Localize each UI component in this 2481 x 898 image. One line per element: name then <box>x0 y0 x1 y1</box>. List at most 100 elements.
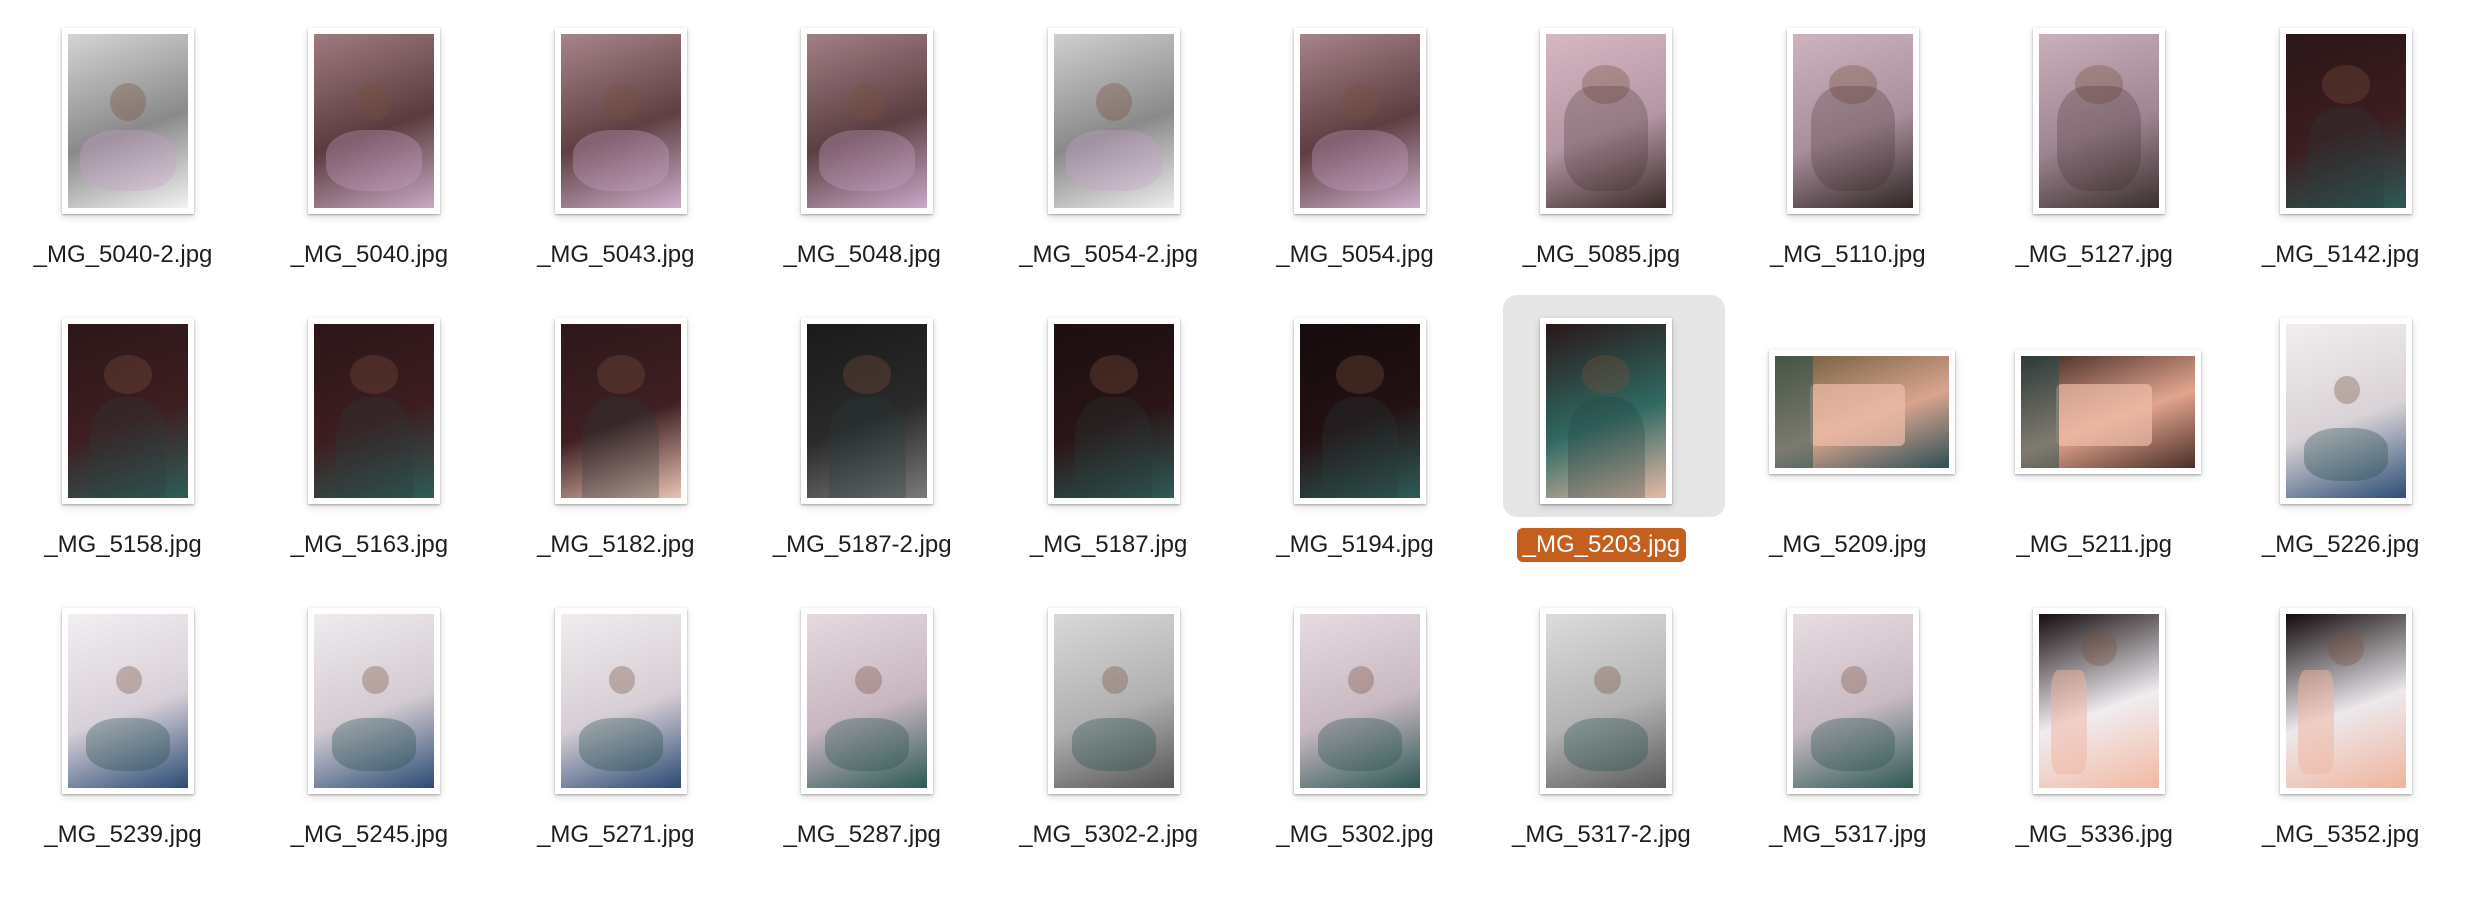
file-name-label[interactable]: _MG_5040.jpg <box>246 238 492 272</box>
file-name-label[interactable]: _MG_5302.jpg <box>1232 818 1478 852</box>
file-item[interactable]: _MG_5054-2.jpg <box>986 0 1232 290</box>
file-thumbnail[interactable] <box>2279 28 2412 214</box>
file-item[interactable]: _MG_5187.jpg <box>986 290 1232 580</box>
file-thumbnail[interactable] <box>554 608 687 794</box>
file-name: _MG_5287.jpg <box>783 821 941 848</box>
file-name-label[interactable]: _MG_5287.jpg <box>739 818 985 852</box>
file-item[interactable]: _MG_5182.jpg <box>493 290 739 580</box>
file-name-label[interactable]: _MG_5110.jpg <box>1725 238 1971 272</box>
file-name-label[interactable]: _MG_5158.jpg <box>0 528 246 562</box>
file-thumbnail[interactable] <box>1786 28 1919 214</box>
file-thumbnail[interactable] <box>801 608 934 794</box>
file-thumbnail[interactable] <box>801 318 934 504</box>
file-name: _MG_5187-2.jpg <box>772 531 952 558</box>
file-thumbnail[interactable] <box>308 608 441 794</box>
file-item[interactable]: _MG_5287.jpg <box>739 580 985 870</box>
file-name-label[interactable]: _MG_5352.jpg <box>2218 818 2464 852</box>
file-item[interactable]: _MG_5226.jpg <box>2218 290 2464 580</box>
file-thumbnail[interactable] <box>1047 318 1180 504</box>
file-name-label[interactable]: _MG_5127.jpg <box>1971 238 2217 272</box>
file-item[interactable]: _MG_5187-2.jpg <box>739 290 985 580</box>
file-name-label[interactable]: _MG_5203.jpg <box>1478 528 1724 562</box>
file-thumbnail[interactable] <box>554 28 687 214</box>
file-thumbnail[interactable] <box>62 608 194 794</box>
file-item[interactable]: _MG_5211.jpg <box>1971 290 2217 580</box>
file-item[interactable]: _MG_5127.jpg <box>1971 0 2217 290</box>
file-name-label[interactable]: _MG_5085.jpg <box>1478 238 1724 272</box>
file-thumbnail[interactable] <box>1768 350 1955 474</box>
file-name-label[interactable]: _MG_5043.jpg <box>493 238 739 272</box>
file-name-label[interactable]: _MG_5336.jpg <box>1971 818 2217 852</box>
file-item[interactable]: _MG_5302.jpg <box>1232 580 1478 870</box>
file-thumbnail[interactable] <box>62 28 194 214</box>
file-name: _MG_5142.jpg <box>2261 241 2420 268</box>
file-item[interactable]: _MG_5194.jpg <box>1232 290 1478 580</box>
file-item[interactable]: _MG_5163.jpg <box>246 290 492 580</box>
file-thumbnail[interactable] <box>1540 318 1673 504</box>
file-item[interactable]: _MG_5271.jpg <box>493 580 739 870</box>
file-name-label[interactable]: _MG_5163.jpg <box>246 528 492 562</box>
file-name-label[interactable]: _MG_5271.jpg <box>493 818 739 852</box>
file-item[interactable]: _MG_5142.jpg <box>2218 0 2464 290</box>
file-thumbnail[interactable] <box>62 318 194 504</box>
file-item[interactable]: _MG_5352.jpg <box>2218 580 2464 870</box>
file-item[interactable]: _MG_5054.jpg <box>1232 0 1478 290</box>
file-item[interactable]: _MG_5245.jpg <box>246 580 492 870</box>
file-thumbnail[interactable] <box>1294 608 1426 794</box>
file-thumbnail[interactable] <box>801 28 934 214</box>
photo-preview <box>1053 324 1174 498</box>
file-thumbnail[interactable] <box>308 28 441 214</box>
file-thumbnail[interactable] <box>554 318 687 504</box>
file-name-label[interactable]: _MG_5054.jpg <box>1232 238 1478 272</box>
file-name-label[interactable]: _MG_5040-2.jpg <box>0 238 246 272</box>
file-thumbnail[interactable] <box>1294 28 1426 214</box>
file-item[interactable]: _MG_5317.jpg <box>1725 580 1971 870</box>
file-thumbnail[interactable] <box>1540 608 1673 794</box>
file-item[interactable]: _MG_5040-2.jpg <box>0 0 246 290</box>
file-item[interactable]: _MG_5209.jpg <box>1725 290 1971 580</box>
file-thumbnail[interactable] <box>2279 318 2412 504</box>
file-item[interactable]: _MG_5239.jpg <box>0 580 246 870</box>
file-thumbnail[interactable] <box>2033 608 2166 794</box>
photo-preview <box>1546 614 1667 788</box>
file-item[interactable]: _MG_5336.jpg <box>1971 580 2217 870</box>
file-name-label[interactable]: _MG_5209.jpg <box>1725 528 1971 562</box>
file-name-label[interactable]: _MG_5317.jpg <box>1725 818 1971 852</box>
file-item[interactable]: _MG_5158.jpg <box>0 290 246 580</box>
file-name-label[interactable]: _MG_5226.jpg <box>2218 528 2464 562</box>
file-name-label[interactable]: _MG_5245.jpg <box>246 818 492 852</box>
file-name-label[interactable]: _MG_5302-2.jpg <box>986 818 1232 852</box>
file-name: _MG_5054.jpg <box>1276 241 1434 268</box>
file-thumbnail[interactable] <box>2279 608 2412 794</box>
file-name-label[interactable]: _MG_5142.jpg <box>2218 238 2464 272</box>
file-thumbnail[interactable] <box>1540 28 1673 214</box>
file-name-label[interactable]: _MG_5187-2.jpg <box>739 528 985 562</box>
file-item[interactable]: _MG_5302-2.jpg <box>986 580 1232 870</box>
file-name-label[interactable]: _MG_5048.jpg <box>739 238 985 272</box>
file-thumbnail[interactable] <box>2033 28 2166 214</box>
file-item[interactable]: _MG_5317-2.jpg <box>1478 580 1724 870</box>
file-name-label[interactable]: _MG_5239.jpg <box>0 818 246 852</box>
file-item[interactable]: _MG_5040.jpg <box>246 0 492 290</box>
file-name-label[interactable]: _MG_5182.jpg <box>493 528 739 562</box>
file-name-label[interactable]: _MG_5317-2.jpg <box>1478 818 1724 852</box>
file-thumbnail[interactable] <box>1294 318 1426 504</box>
file-thumbnail[interactable] <box>2015 350 2202 474</box>
photo-preview <box>1053 34 1174 208</box>
photo-preview <box>1774 356 1949 468</box>
file-item[interactable]: _MG_5085.jpg <box>1478 0 1724 290</box>
file-item[interactable]: _MG_5043.jpg <box>493 0 739 290</box>
file-icon-grid: _MG_5040-2.jpg _MG_5040.jpg _MG_5043.jpg _M… <box>0 0 2481 898</box>
file-name-label[interactable]: _MG_5211.jpg <box>1971 528 2217 562</box>
photo-preview <box>314 324 435 498</box>
file-name-label[interactable]: _MG_5194.jpg <box>1232 528 1478 562</box>
file-thumbnail[interactable] <box>1047 28 1180 214</box>
file-item[interactable]: _MG_5203.jpg <box>1478 290 1726 580</box>
file-item[interactable]: _MG_5110.jpg <box>1725 0 1971 290</box>
file-name-label[interactable]: _MG_5187.jpg <box>986 528 1232 562</box>
file-name-label[interactable]: _MG_5054-2.jpg <box>986 238 1232 272</box>
file-thumbnail[interactable] <box>1786 608 1919 794</box>
file-item[interactable]: _MG_5048.jpg <box>739 0 985 290</box>
file-thumbnail[interactable] <box>308 318 441 504</box>
file-thumbnail[interactable] <box>1047 608 1180 794</box>
